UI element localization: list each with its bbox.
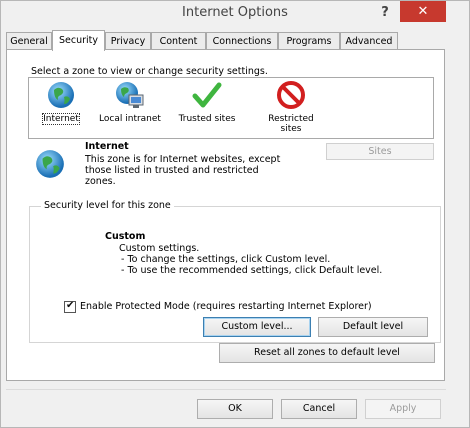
protected-mode-checkbox[interactable] — [64, 300, 76, 313]
close-button[interactable]: ✕ — [400, 1, 446, 22]
zone-prompt: Select a zone to view or change security… — [31, 66, 268, 77]
globe-icon — [48, 82, 74, 108]
zone-label: Restricted sites — [268, 114, 314, 134]
intranet-icon — [116, 82, 144, 108]
zone-local-intranet[interactable]: Local intranet — [95, 80, 165, 124]
level-hint-default: - To use the recommended settings, click… — [121, 265, 383, 276]
sites-button[interactable]: Sites — [326, 143, 434, 160]
selected-zone-description: This zone is for Internet websites, exce… — [85, 154, 281, 187]
footer-divider — [6, 389, 446, 390]
cancel-button[interactable]: Cancel — [281, 399, 357, 419]
globe-icon — [36, 150, 64, 178]
custom-level-button[interactable]: Custom level... — [203, 317, 311, 337]
apply-button[interactable]: Apply — [365, 399, 441, 419]
default-level-button[interactable]: Default level — [318, 317, 428, 337]
level-hint-custom: - To change the settings, click Custom l… — [121, 254, 331, 265]
title-bar[interactable]: Internet Options ? ✕ — [1, 1, 469, 27]
level-name: Custom — [105, 231, 146, 242]
checkmark-icon — [192, 82, 222, 108]
zone-trusted-sites[interactable]: Trusted sites — [171, 80, 243, 124]
zone-label: Internet — [42, 113, 80, 125]
tab-privacy[interactable]: Privacy — [105, 32, 151, 49]
tab-programs[interactable]: Programs — [278, 32, 340, 49]
zone-internet[interactable]: Internet — [35, 80, 87, 125]
internet-options-window: Internet Options ? ✕ General Security Pr… — [0, 0, 470, 428]
tab-general[interactable]: General — [6, 32, 52, 49]
zone-label: Trusted sites — [178, 114, 236, 124]
tab-advanced[interactable]: Advanced — [340, 32, 398, 49]
level-description: Custom settings. — [119, 243, 200, 254]
tab-content[interactable]: Content — [151, 32, 206, 49]
prohibited-icon — [277, 81, 305, 109]
tab-connections[interactable]: Connections — [206, 32, 278, 49]
zone-label: Local intranet — [99, 114, 161, 124]
zone-restricted-sites[interactable]: Restricted sites — [255, 80, 327, 134]
security-level-title: Security level for this zone — [41, 200, 174, 211]
reset-all-zones-button[interactable]: Reset all zones to default level — [219, 343, 435, 363]
ok-button[interactable]: OK — [197, 399, 273, 419]
help-button[interactable]: ? — [375, 3, 395, 23]
selected-zone-name: Internet — [85, 141, 129, 152]
tab-security[interactable]: Security — [52, 30, 105, 51]
protected-mode-label[interactable]: Enable Protected Mode (requires restarti… — [80, 301, 372, 312]
window-title: Internet Options — [182, 5, 288, 20]
zone-list: Internet Local intranet Trusted sites Re… — [28, 77, 434, 139]
